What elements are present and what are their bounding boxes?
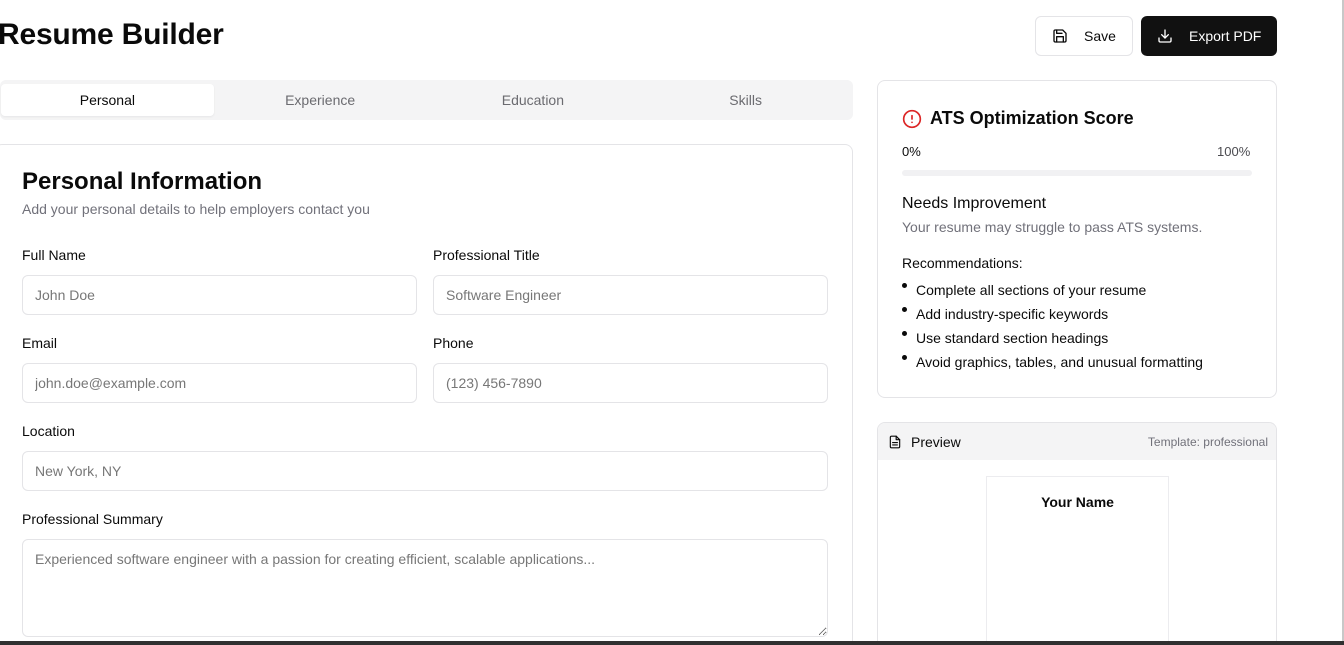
- recommendation-item: Avoid graphics, tables, and unusual form…: [902, 354, 1203, 378]
- tab-skills[interactable]: Skills: [639, 84, 852, 116]
- recommendation-item: Add industry-specific keywords: [902, 306, 1203, 330]
- ats-title: ATS Optimization Score: [930, 108, 1134, 128]
- email-input[interactable]: [22, 363, 417, 403]
- summary-textarea[interactable]: [22, 539, 828, 637]
- preview-name: Your Name: [1041, 494, 1114, 510]
- file-text-icon: [888, 435, 902, 449]
- tab-education[interactable]: Education: [427, 84, 640, 116]
- ats-status: Needs Improvement: [902, 195, 1047, 212]
- ats-status-description: Your resume may struggle to pass ATS sys…: [902, 219, 1203, 235]
- recommendations-list: Complete all sections of your resume Add…: [902, 282, 1203, 378]
- alert-circle-icon: [902, 109, 922, 129]
- score-max-label: 100%: [1217, 144, 1251, 159]
- location-input[interactable]: [22, 451, 828, 491]
- page-title: Resume Builder: [0, 18, 224, 51]
- full-name-input[interactable]: [22, 275, 417, 315]
- section-tabs: Personal Experience Education Skills: [0, 80, 853, 120]
- phone-label: Phone: [433, 335, 474, 351]
- export-pdf-label: Export PDF: [1189, 28, 1262, 44]
- recommendations-title: Recommendations:: [902, 255, 1023, 271]
- preview-header: Preview Template: professional: [878, 423, 1276, 460]
- email-label: Email: [22, 335, 58, 351]
- floppy-disk-icon: [1052, 28, 1068, 44]
- professional-title-input[interactable]: [433, 275, 828, 315]
- recommendation-item: Use standard section headings: [902, 330, 1203, 354]
- tab-experience[interactable]: Experience: [214, 84, 427, 116]
- personal-info-subtitle: Add your personal details to help employ…: [22, 201, 370, 217]
- save-button[interactable]: Save: [1035, 16, 1133, 56]
- ats-header: ATS Optimization Score: [902, 108, 1134, 129]
- professional-title-label: Professional Title: [433, 247, 540, 263]
- summary-label: Professional Summary: [22, 511, 163, 527]
- download-icon: [1157, 28, 1173, 44]
- full-name-label: Full Name: [22, 247, 86, 263]
- resume-preview-page: Your Name: [986, 476, 1169, 645]
- personal-info-title: Personal Information: [22, 168, 263, 195]
- phone-input[interactable]: [433, 363, 828, 403]
- preview-label: Preview: [911, 433, 961, 450]
- window-bottom-edge: [0, 641, 1344, 645]
- save-button-label: Save: [1084, 28, 1116, 44]
- ats-progress-bar: [902, 170, 1252, 176]
- preview-card: Preview Template: professional Your Name: [877, 422, 1277, 645]
- tab-personal[interactable]: Personal: [1, 84, 214, 116]
- location-label: Location: [22, 423, 75, 439]
- recommendation-item: Complete all sections of your resume: [902, 282, 1203, 306]
- score-min-label: 0%: [902, 144, 921, 159]
- export-pdf-button[interactable]: Export PDF: [1141, 16, 1277, 56]
- template-label: Template: professional: [1147, 434, 1268, 449]
